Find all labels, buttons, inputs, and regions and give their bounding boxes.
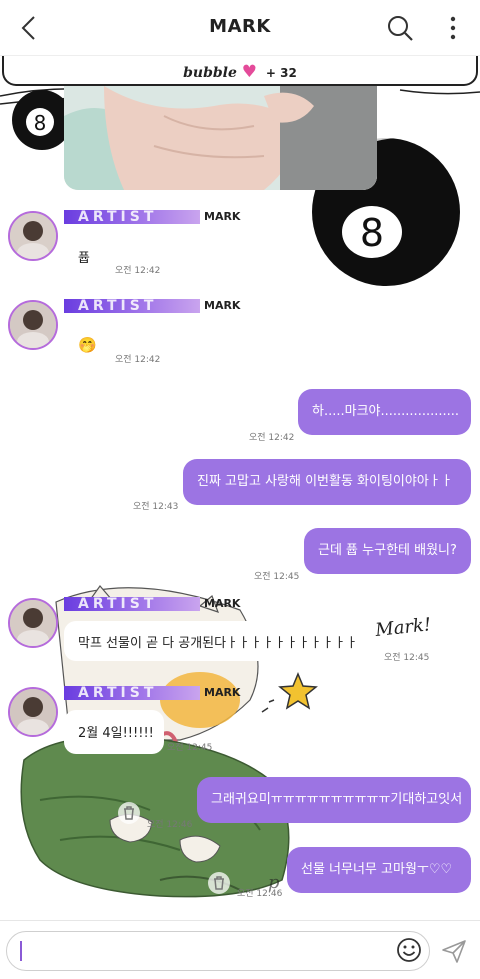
artist-badge: ARTIST: [78, 298, 158, 314]
message-time: 오전 12:46: [237, 889, 283, 899]
sender-name: MARK: [204, 299, 241, 312]
heart-icon: ♥: [241, 62, 258, 82]
message-time: 오전 12:45: [254, 572, 300, 582]
outgoing-message[interactable]: 근데 퓹 누구한테 배웠니?: [304, 528, 471, 574]
artist-avatar[interactable]: [8, 300, 58, 350]
artist-badge: ARTIST: [78, 209, 158, 225]
artist-avatar[interactable]: [8, 687, 58, 737]
message-time: 오전 12:45: [384, 653, 430, 663]
incoming-message[interactable]: 2월 4일!!!!!!: [64, 710, 164, 754]
message-input-bar: [0, 920, 480, 979]
artist-avatar[interactable]: [8, 211, 58, 261]
message-time: 오전 12:43: [133, 502, 179, 512]
text-cursor: [20, 941, 22, 961]
outgoing-message[interactable]: 진짜 고맙고 사랑해 이번활동 화이팅이야아ㅏㅏ: [183, 459, 471, 505]
trash-icon[interactable]: [118, 802, 140, 824]
bubble-count: + 32: [265, 66, 297, 80]
message-time: 오전 12:42: [115, 266, 161, 276]
photo-content: [64, 86, 377, 190]
message-time: 오전 12:46: [147, 820, 193, 830]
wallpaper-signature: Mark!: [373, 614, 432, 641]
sender-name: MARK: [204, 210, 241, 223]
sender-name: MARK: [204, 597, 241, 610]
message-emoji: 🤭: [78, 336, 97, 354]
message-time: 오전 12:42: [115, 355, 161, 365]
chat-header: MARK: [0, 0, 480, 56]
outgoing-message[interactable]: 하.....마크야...................: [298, 389, 471, 435]
sender-name: MARK: [204, 686, 241, 699]
message-time: 오전 12:42: [249, 433, 295, 443]
artist-badge: ARTIST: [78, 685, 158, 701]
svg-text:8: 8: [360, 211, 384, 255]
bubble-count-bar: bubble ♥ + 32: [0, 56, 480, 86]
send-icon[interactable]: [440, 937, 468, 965]
outgoing-message[interactable]: 선물 너무너무 고마웡ㅜ♡♡: [287, 847, 471, 893]
svg-text:8: 8: [34, 111, 47, 135]
bubble-count-label: bubble ♥ + 32: [0, 62, 480, 82]
search-icon[interactable]: [385, 13, 415, 43]
star-doodle: [261, 672, 318, 713]
bubble-label: bubble: [183, 65, 237, 81]
message-text: 퓹: [78, 251, 90, 266]
outgoing-message[interactable]: 그래귀요미ㅠㅠㅠㅠㅠㅠㅠㅠㅠㅠ기대하고잇서: [197, 777, 471, 823]
trash-icon[interactable]: [208, 872, 230, 894]
artist-avatar[interactable]: [8, 598, 58, 648]
incoming-message[interactable]: 막프 선물이 곧 다 공개된다ㅏㅏㅏㅏㅏㅏㅏㅏㅏㅏㅏ: [64, 621, 369, 661]
image-message[interactable]: [64, 86, 377, 190]
message-time: 오전 12:45: [167, 743, 213, 753]
more-options-icon[interactable]: [444, 13, 462, 43]
emoji-icon[interactable]: [396, 937, 422, 963]
message-input[interactable]: [6, 931, 430, 971]
eight-ball-left: 8: [12, 90, 72, 150]
artist-badge: ARTIST: [78, 596, 158, 612]
